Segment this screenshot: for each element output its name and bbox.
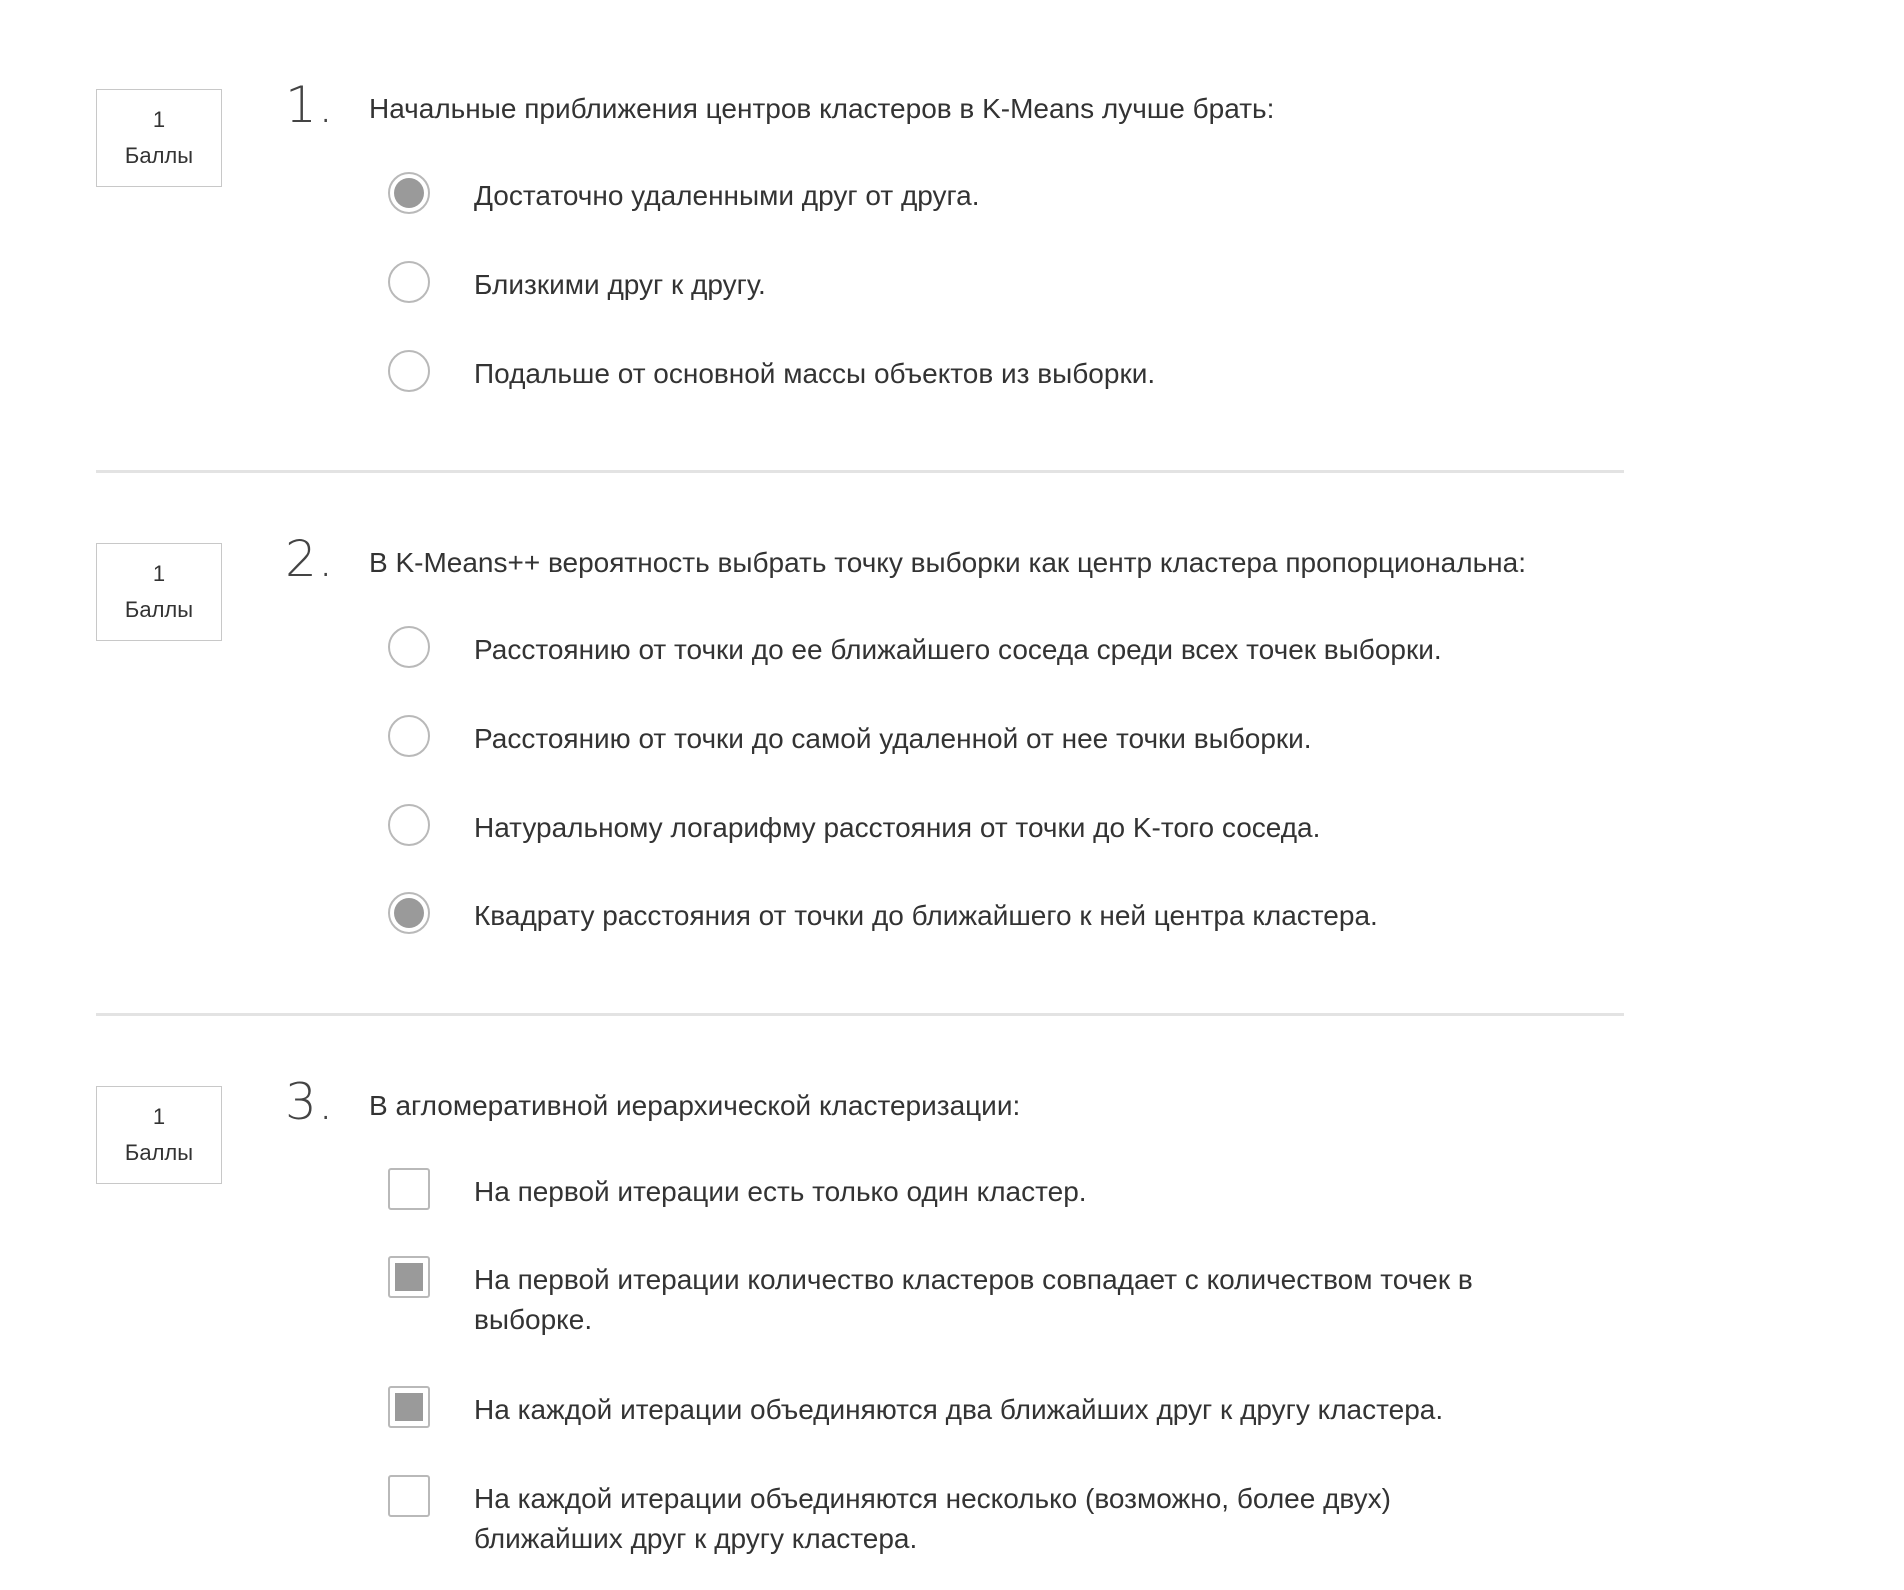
question-number: 1. xyxy=(285,76,335,134)
points-label: Баллы xyxy=(124,143,194,168)
points-box: 1 Баллы xyxy=(96,1086,222,1184)
option-2[interactable]: Расстоянию от точки до самой удаленной о… xyxy=(388,715,1538,759)
option-label: На первой итерации есть только один клас… xyxy=(474,1176,1087,1207)
checkbox[interactable] xyxy=(388,1168,430,1210)
option-2[interactable]: На первой итерации количество кластеров … xyxy=(388,1256,1538,1340)
points-value: 1 xyxy=(152,1104,166,1129)
option-label: Достаточно удаленными друг от друга. xyxy=(474,180,980,211)
option-2[interactable]: Близкими друг к другу. xyxy=(388,261,1538,305)
points-value: 1 xyxy=(152,107,166,132)
radio-button[interactable] xyxy=(388,626,430,668)
radio-button[interactable] xyxy=(388,172,430,214)
points-box: 1 Баллы xyxy=(96,89,222,187)
question-number: 2. xyxy=(285,530,335,588)
question-text: Начальные приближения центров кластеров … xyxy=(369,93,1275,124)
points-label: Баллы xyxy=(124,597,194,622)
points-box: 1 Баллы xyxy=(96,543,222,641)
option-label: На первой итерации количество кластеров … xyxy=(474,1264,1473,1335)
option-1[interactable]: Достаточно удаленными друг от друга. xyxy=(388,172,1538,216)
radio-button[interactable] xyxy=(388,350,430,392)
question-number: 3. xyxy=(285,1073,335,1131)
radio-button[interactable] xyxy=(388,715,430,757)
option-label: На каждой итерации объединяются нескольк… xyxy=(474,1483,1391,1554)
radio-button[interactable] xyxy=(388,261,430,303)
option-label: Подальше от основной массы объектов из в… xyxy=(474,358,1156,389)
question-text: В K-Means++ вероятность выбрать точку вы… xyxy=(369,547,1526,578)
option-label: Близкими друг к другу. xyxy=(474,269,766,300)
option-4[interactable]: Квадрату расстояния от точки до ближайше… xyxy=(388,892,1538,936)
checkbox[interactable] xyxy=(388,1386,430,1428)
option-1[interactable]: Расстоянию от точки до ее ближайшего сос… xyxy=(388,626,1538,670)
option-4[interactable]: На каждой итерации объединяются нескольк… xyxy=(388,1475,1538,1559)
radio-button[interactable] xyxy=(388,892,430,934)
option-3[interactable]: Подальше от основной массы объектов из в… xyxy=(388,350,1538,394)
option-3[interactable]: Натуральному логарифму расстояния от точ… xyxy=(388,804,1538,848)
checkbox[interactable] xyxy=(388,1256,430,1298)
option-label: Расстоянию от точки до самой удаленной о… xyxy=(474,723,1312,754)
question-divider xyxy=(96,470,1624,473)
option-label: Натуральному логарифму расстояния от точ… xyxy=(474,812,1321,843)
radio-button[interactable] xyxy=(388,804,430,846)
option-3[interactable]: На каждой итерации объединяются два ближ… xyxy=(388,1386,1538,1430)
question-divider xyxy=(96,1013,1624,1016)
question-text: В агломеративной иерархической кластериз… xyxy=(369,1090,1021,1121)
points-label: Баллы xyxy=(124,1140,194,1165)
points-value: 1 xyxy=(152,561,166,586)
option-label: На каждой итерации объединяются два ближ… xyxy=(474,1394,1444,1425)
option-label: Квадрату расстояния от точки до ближайше… xyxy=(474,900,1378,931)
checkbox[interactable] xyxy=(388,1475,430,1517)
option-label: Расстоянию от точки до ее ближайшего сос… xyxy=(474,634,1442,665)
option-1[interactable]: На первой итерации есть только один клас… xyxy=(388,1168,1538,1212)
